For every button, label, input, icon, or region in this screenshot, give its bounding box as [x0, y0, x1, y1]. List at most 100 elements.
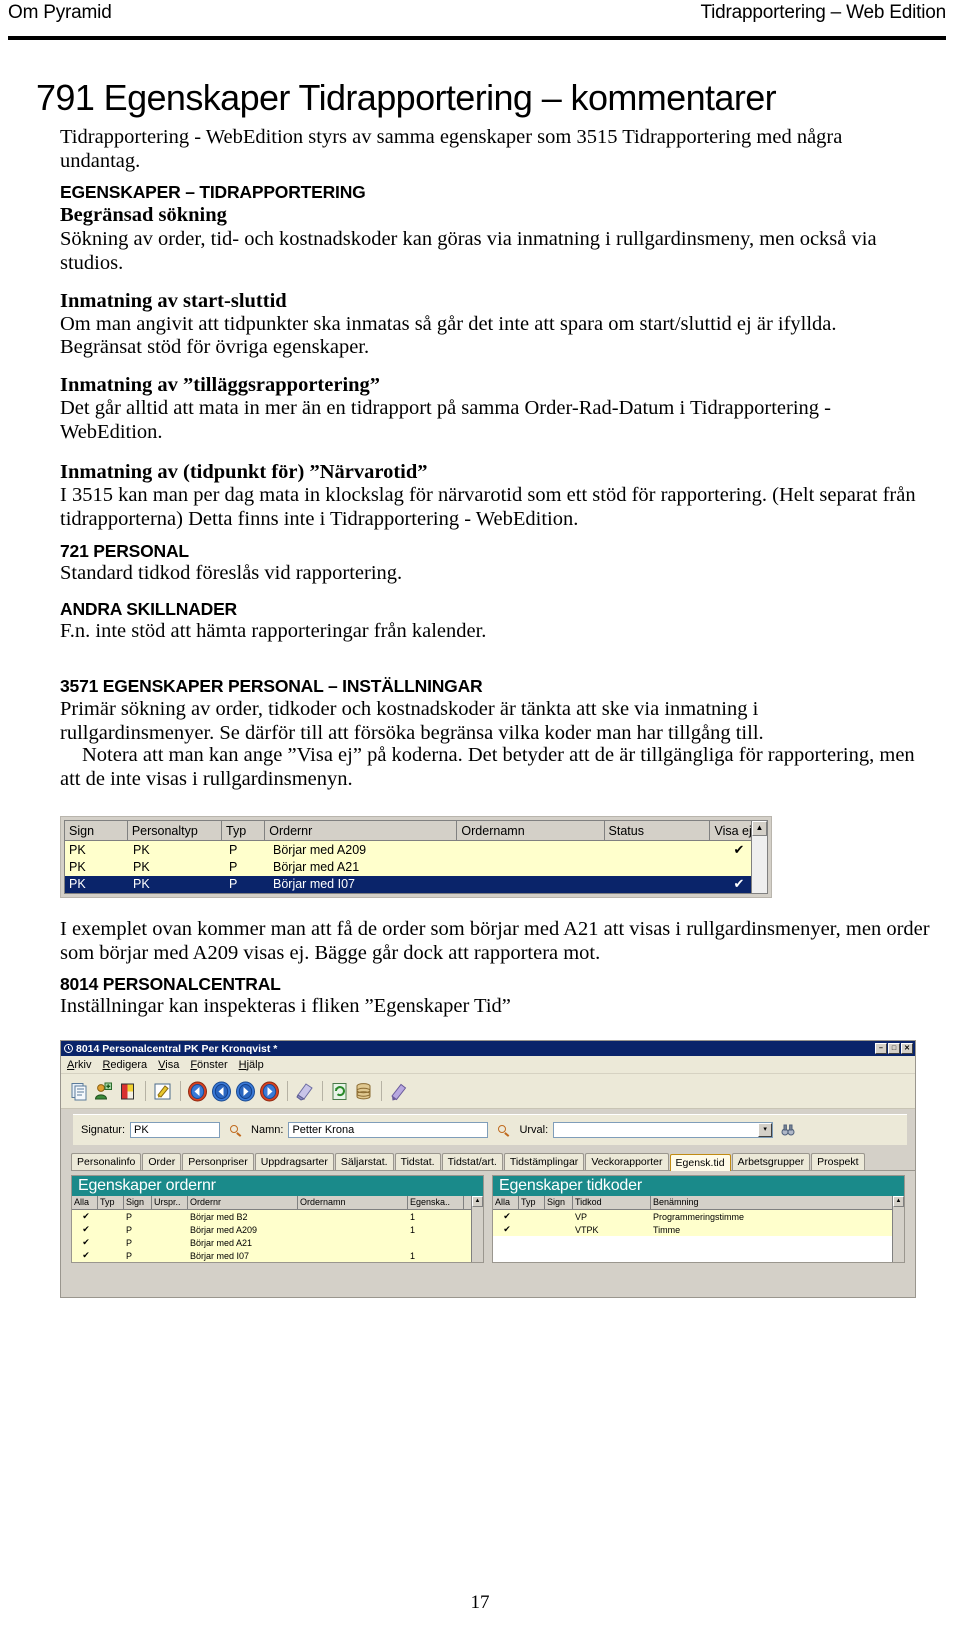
scroll-track[interactable]: [752, 836, 767, 893]
col-egenskap: Egenska..: [408, 1196, 464, 1209]
magnifier-icon[interactable]: [229, 1124, 242, 1137]
urval-select[interactable]: ▾: [553, 1122, 774, 1138]
tab-personalinfo[interactable]: Personalinfo: [71, 1153, 142, 1170]
next-arrow-icon[interactable]: [235, 1081, 256, 1102]
panel-scrollbar-right[interactable]: ▲: [892, 1196, 904, 1262]
col-typ: Typ: [519, 1196, 545, 1209]
edit-note-icon[interactable]: [152, 1081, 173, 1102]
cell-visa-ej-check: ✔: [733, 876, 745, 892]
toolbar-separator: [322, 1081, 323, 1101]
cell-alla: ✔: [82, 1224, 90, 1234]
clock-icon: [63, 1043, 74, 1054]
color-card-icon[interactable]: [117, 1081, 138, 1102]
screenshot-personalcentral-window: 8014 Personalcentral PK Per Kronqvist * …: [60, 1040, 916, 1298]
tab-egensk-tid[interactable]: Egensk.tid: [669, 1154, 731, 1171]
cell-alla: ✔: [82, 1237, 90, 1247]
signatur-input[interactable]: PK: [130, 1122, 221, 1138]
namn-input[interactable]: Petter Krona: [288, 1122, 489, 1138]
first-arrow-icon[interactable]: [187, 1081, 208, 1102]
tab-tidstat-art[interactable]: Tidstat/art.: [441, 1153, 503, 1170]
tab-tidstat[interactable]: Tidstat.: [394, 1153, 441, 1170]
list-item[interactable]: ✔ P Börjar med A21: [72, 1236, 471, 1249]
grid-col-visa-ej: Visa ej: [710, 821, 752, 841]
paragraph-start-sluttid-1: Om man angivit att tidpunkter ska inmata…: [60, 313, 837, 335]
paragraph-after-grid: I exemplet ovan kommer man att få de ord…: [60, 918, 930, 964]
paragraph-3571-1: Primär sökning av order, tidkoder och ko…: [60, 698, 764, 744]
col-tidkod: Tidkod: [573, 1196, 651, 1209]
running-header-right: Tidrapportering – Web Edition: [700, 2, 946, 23]
list-item[interactable]: ✔ P Börjar med I07 1: [72, 1249, 471, 1262]
list-item-empty[interactable]: [493, 1249, 892, 1262]
grid-col-ordernr: Ordernr: [265, 821, 458, 841]
tab-arbetsgrupper[interactable]: Arbetsgrupper: [731, 1153, 811, 1170]
menubar[interactable]: Arkiv Redigera Visa Fönster Hjälp: [61, 1056, 915, 1074]
list-item[interactable]: ✔ P Börjar med B2 1: [72, 1210, 471, 1223]
binoculars-icon[interactable]: [781, 1123, 795, 1137]
menu-item-hjalp[interactable]: Hjälp: [239, 1059, 264, 1071]
section-heading-3571-egenskaper: 3571 EGENSKAPER PERSONAL – INSTÄLLNINGAR: [60, 676, 483, 696]
scroll-up-arrow[interactable]: ▲: [752, 821, 767, 836]
magnifier-icon[interactable]: [497, 1124, 510, 1137]
cell-typ: P: [229, 877, 238, 892]
tab-prospekt[interactable]: Prospekt: [811, 1153, 865, 1170]
panel-scrollbar-left[interactable]: ▲: [471, 1196, 483, 1262]
minimize-button[interactable]: –: [875, 1043, 887, 1054]
cell-typ: P: [229, 860, 238, 875]
menu-item-visa[interactable]: Visa: [158, 1059, 179, 1071]
window-title: 8014 Personalcentral PK Per Kronqvist *: [76, 1042, 278, 1055]
pencil-icon[interactable]: [388, 1081, 409, 1102]
database-icon[interactable]: [353, 1081, 374, 1102]
list-item-empty[interactable]: [493, 1236, 892, 1249]
previous-arrow-icon[interactable]: [211, 1081, 232, 1102]
cell-ordernr: Börjar med A21: [273, 860, 360, 875]
paragraph-andra-skillnader: F.n. inte stöd att hämta rapporteringar …: [60, 620, 487, 642]
tab-tidstamplingar[interactable]: Tidstämplingar: [503, 1153, 585, 1170]
last-arrow-icon[interactable]: [259, 1081, 280, 1102]
table-row-selected[interactable]: PK PK P Börjar med I07 ✔: [65, 875, 751, 893]
tab-personpriser[interactable]: Personpriser: [182, 1153, 254, 1170]
grid-header-row: Sign Personaltyp Typ Ordernr Ordernamn S…: [65, 821, 752, 842]
paragraph-721-personal: Standard tidkod föreslås vid rapporterin…: [60, 562, 403, 584]
tab-bar[interactable]: Personalinfo Order Personpriser Uppdrags…: [71, 1152, 915, 1171]
add-person-icon[interactable]: [93, 1081, 114, 1102]
col-sign: Sign: [545, 1196, 573, 1209]
search-form-row[interactable]: Signatur: PK Namn: Petter Krona Urval: ▾: [73, 1114, 907, 1145]
list-item[interactable]: ✔ VTPK Timme: [493, 1223, 892, 1236]
new-document-icon[interactable]: [69, 1081, 90, 1102]
tab-uppdragsarter[interactable]: Uppdragsarter: [254, 1153, 334, 1170]
eraser-icon[interactable]: [294, 1081, 315, 1102]
list-item[interactable]: ✔ VP Programmeringstimme: [493, 1210, 892, 1223]
menu-item-redigera[interactable]: Redigera: [102, 1059, 147, 1071]
tab-veckorapporter[interactable]: Veckorapporter: [585, 1153, 669, 1170]
scroll-up-arrow[interactable]: ▲: [893, 1196, 904, 1207]
cell-sign: P: [126, 1250, 133, 1261]
grid-col-status: Status: [604, 821, 711, 841]
table-row[interactable]: PK PK P Börjar med A209 ✔: [65, 841, 751, 859]
panel-egenskaper-ordernr: Egenskaper ordernr Alla Typ Sign Urspr..…: [71, 1175, 484, 1263]
list-item[interactable]: ✔ P Börjar med A209 1: [72, 1223, 471, 1236]
tab-order[interactable]: Order: [142, 1153, 182, 1170]
window-titlebar[interactable]: 8014 Personalcentral PK Per Kronqvist * …: [61, 1041, 915, 1056]
col-ordernr: Ordernr: [188, 1196, 298, 1209]
cell-sign: PK: [69, 860, 86, 875]
cell-alla: ✔: [82, 1211, 90, 1221]
section-heading-8014-personalcentral: 8014 PERSONALCENTRAL: [60, 974, 281, 994]
menu-item-fonster[interactable]: Fönster: [190, 1059, 227, 1071]
chevron-down-icon[interactable]: ▾: [758, 1123, 773, 1137]
signatur-label: Signatur:: [81, 1124, 126, 1136]
toolbar[interactable]: [61, 1074, 915, 1109]
scroll-up-arrow[interactable]: ▲: [472, 1196, 483, 1207]
grid-col-ordernamn: Ordernamn: [457, 821, 605, 841]
window-controls[interactable]: – □ ✕: [875, 1043, 913, 1054]
section-heading-andra-skillnader: ANDRA SKILLNADER: [60, 599, 237, 619]
vertical-scrollbar[interactable]: ▲: [751, 821, 767, 893]
maximize-button[interactable]: □: [888, 1043, 900, 1054]
tab-saljarstat[interactable]: Säljarstat.: [334, 1153, 394, 1170]
section-heading-egenskaper: EGENSKAPER – TIDRAPPORTERING: [60, 182, 366, 202]
table-row[interactable]: PK PK P Börjar med A21: [65, 858, 751, 876]
close-button[interactable]: ✕: [901, 1043, 913, 1054]
refresh-page-icon[interactable]: [329, 1081, 350, 1102]
menu-item-arkiv[interactable]: Arkiv: [67, 1059, 91, 1071]
intro-paragraph: Tidrapportering - WebEdition styrs av sa…: [60, 126, 843, 172]
cell-benamning: Programmeringstimme: [653, 1211, 745, 1222]
